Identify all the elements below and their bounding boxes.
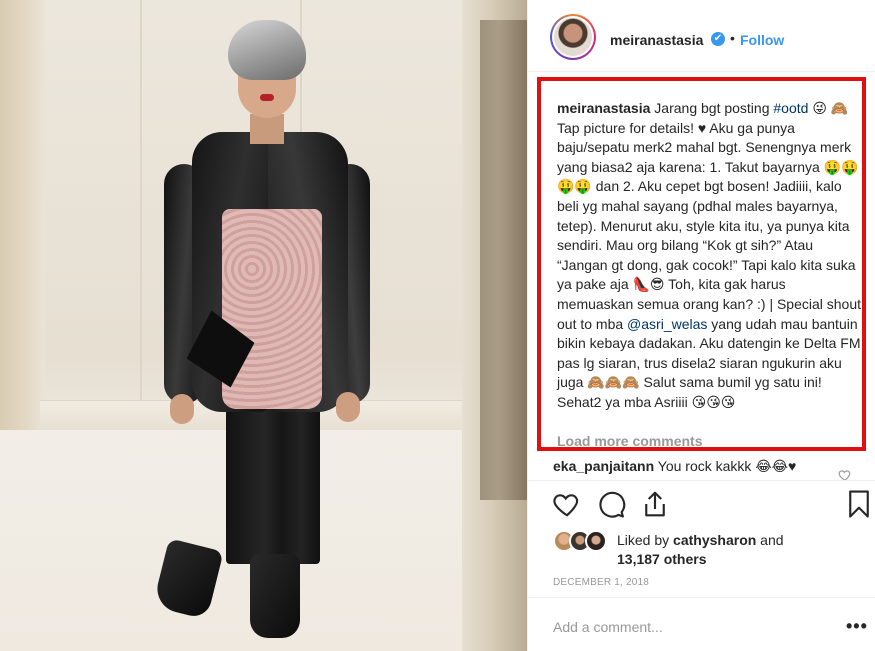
add-comment-divider: [528, 597, 875, 598]
add-comment-input[interactable]: Add a comment...: [553, 619, 663, 635]
likes-prefix: Liked by: [617, 532, 674, 548]
post-username[interactable]: meiranastasia: [610, 32, 703, 48]
liker-username[interactable]: cathysharon: [673, 532, 756, 548]
post-caption: meiranastasia Jarang bgt posting #ootd 😜…: [557, 99, 862, 413]
liker-avatar: [585, 530, 607, 552]
post-date[interactable]: DECEMBER 1, 2018: [553, 577, 649, 588]
share-icon[interactable]: [640, 489, 670, 519]
likes-middle: and: [756, 532, 784, 548]
bookmark-icon[interactable]: [844, 489, 874, 519]
comment-item: eka_panjaitann You rock kakkk 😂😂♥: [553, 458, 853, 475]
photo-person: [150, 14, 380, 644]
photo-door: [480, 20, 527, 500]
verified-icon: ✔: [711, 32, 725, 46]
load-more-comments-button[interactable]: Load more comments: [557, 433, 702, 449]
avatar-image: [554, 18, 592, 56]
comment-text: You rock kakkk 😂😂♥: [654, 458, 797, 474]
profile-avatar[interactable]: [550, 14, 596, 60]
likes-count[interactable]: 13,187 others: [617, 551, 707, 567]
person-hair: [228, 20, 306, 80]
likers-avatars[interactable]: [553, 530, 613, 554]
likes-summary: Liked by cathysharon and 13,187 others: [617, 531, 857, 569]
avatar-inner: [552, 16, 594, 58]
header-separator: •: [730, 30, 735, 46]
caption-highlight-box: meiranastasia Jarang bgt posting #ootd 😜…: [537, 77, 866, 451]
person-pants: [226, 404, 320, 564]
post-header: meiranastasia ✔ • Follow: [528, 0, 875, 72]
person-hand-right: [336, 392, 360, 422]
person-hand-left: [170, 394, 194, 424]
post-side-panel: meiranastasia ✔ • Follow meiranastasia J…: [527, 0, 875, 651]
person-boot-right: [250, 554, 300, 638]
caption-username[interactable]: meiranastasia: [557, 100, 650, 116]
person-lips: [260, 94, 274, 101]
caption-text: Jarang bgt posting: [650, 100, 774, 116]
comment-icon[interactable]: [596, 489, 626, 519]
caption-text: 😜 🙈 Tap picture for details! ♥ Aku ga pu…: [557, 100, 862, 332]
photo-wall-line: [140, 0, 142, 410]
person-boot-left: [152, 538, 224, 620]
person-lace-top: [222, 209, 322, 409]
person-neck: [250, 114, 284, 144]
comment-username[interactable]: eka_panjaitann: [553, 458, 654, 474]
heart-icon[interactable]: [552, 489, 582, 519]
post-photo[interactable]: [0, 0, 527, 651]
caption-mention[interactable]: @asri_welas: [627, 316, 707, 332]
follow-button[interactable]: Follow: [740, 32, 784, 48]
photo-wall-left: [0, 0, 45, 460]
caption-hashtag[interactable]: #ootd: [773, 100, 808, 116]
more-options-button[interactable]: •••: [846, 616, 868, 637]
actions-divider: [528, 480, 875, 481]
